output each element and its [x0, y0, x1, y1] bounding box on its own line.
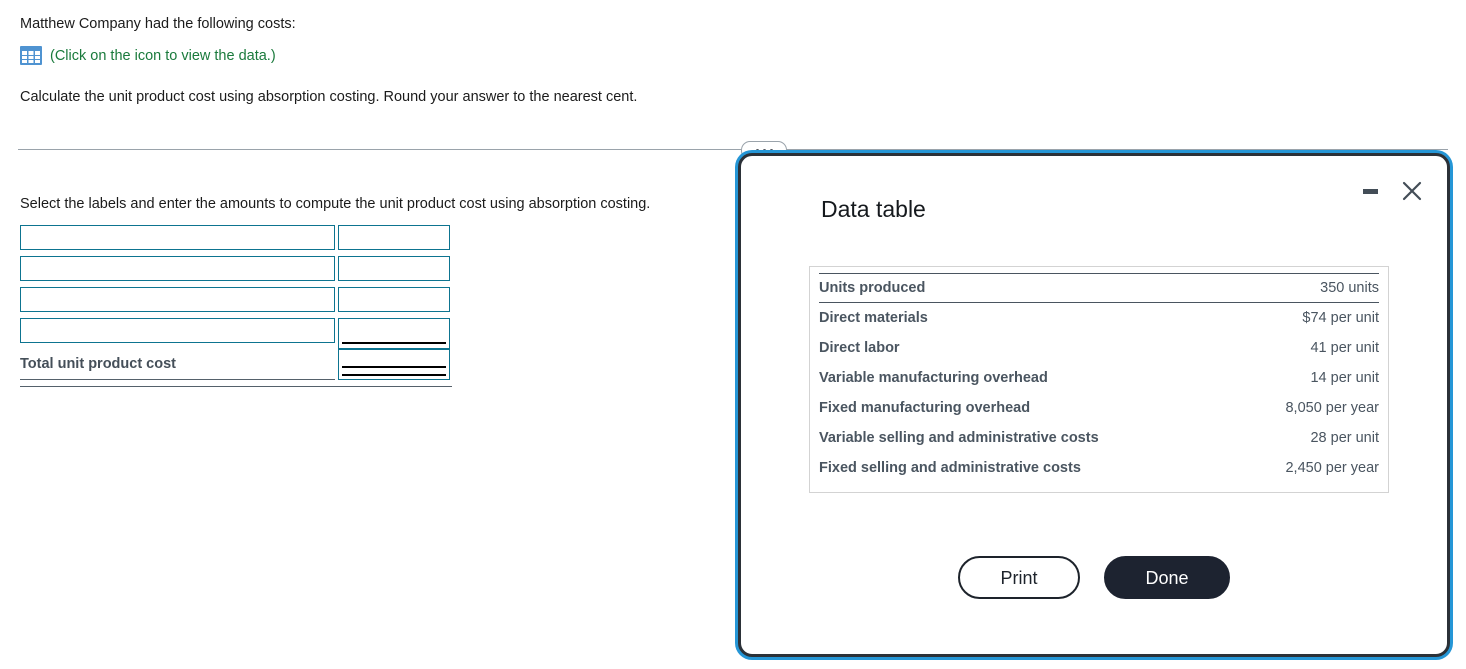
table-row: Variable manufacturing overhead 14 per u… — [819, 363, 1379, 393]
amount-input-2[interactable] — [338, 256, 450, 281]
row-value: 2,450 per year — [1285, 460, 1379, 476]
row-label: Direct materials — [819, 310, 928, 326]
label-input-3[interactable] — [20, 287, 335, 312]
print-button[interactable]: Print — [958, 556, 1080, 599]
total-row: Total unit product cost — [20, 349, 450, 382]
amount-input-4[interactable] — [338, 318, 450, 349]
row-label: Fixed selling and administrative costs — [819, 460, 1081, 476]
data-table: Units produced 350 units Direct material… — [819, 273, 1379, 483]
data-table-link-text[interactable]: (Click on the icon to view the data.) — [50, 48, 276, 64]
total-label: Total unit product cost — [20, 356, 176, 372]
row-label: Direct labor — [819, 340, 900, 356]
table-row: Fixed manufacturing overhead 8,050 per y… — [819, 393, 1379, 423]
dot — [769, 149, 773, 152]
row-value: 350 units — [1238, 273, 1379, 303]
amount-cell-total — [338, 349, 450, 380]
label-input-1[interactable] — [20, 225, 335, 250]
row-value: 28 per unit — [1310, 430, 1379, 446]
dot — [755, 149, 759, 152]
entry-row — [20, 318, 450, 349]
worksheet-instruction: Select the labels and enter the amounts … — [20, 196, 651, 212]
entry-row — [20, 287, 450, 318]
row-label: Variable manufacturing overhead — [819, 370, 1048, 386]
row-label: Variable selling and administrative cost… — [819, 430, 1099, 446]
amount-cell-1 — [338, 225, 450, 250]
entry-row — [20, 225, 450, 256]
minimize-icon[interactable] — [1362, 183, 1379, 200]
label-input-2[interactable] — [20, 256, 335, 281]
dialog-title: Data table — [821, 196, 926, 222]
row-value: 8,050 per year — [1285, 400, 1379, 416]
total-label-wrap: Total unit product cost — [20, 349, 335, 380]
row-value: 41 per unit — [1310, 340, 1379, 356]
done-button[interactable]: Done — [1104, 556, 1230, 599]
amount-input-3[interactable] — [338, 287, 450, 312]
entry-row — [20, 256, 450, 287]
close-icon[interactable] — [1401, 180, 1423, 202]
label-input-4[interactable] — [20, 318, 335, 343]
table-grid-icon[interactable] — [20, 46, 42, 65]
question-intro-text: Matthew Company had the following costs: — [20, 16, 296, 32]
row-value: $74 per unit — [1302, 310, 1379, 326]
dot — [762, 149, 766, 152]
row-label: Units produced — [819, 273, 1239, 303]
dialog-window-controls — [1362, 180, 1423, 202]
dialog-button-row: Print Done — [741, 556, 1447, 599]
data-table-dialog: Data table Units produced 350 units Dire… — [738, 153, 1450, 657]
table-row: Direct materials $74 per unit — [819, 303, 1379, 334]
divider-rule — [18, 149, 1448, 150]
table-row: Fixed selling and administrative costs 2… — [819, 453, 1379, 483]
minimize-bar — [1363, 188, 1378, 194]
question-instruction-text: Calculate the unit product cost using ab… — [20, 89, 638, 105]
table-row: Units produced 350 units — [819, 273, 1379, 303]
entry-grid: Total unit product cost — [20, 225, 450, 382]
row-label: Fixed manufacturing overhead — [819, 400, 1031, 416]
amount-cell-2 — [338, 256, 450, 281]
row-value: 14 per unit — [1310, 370, 1379, 386]
data-table-link-row[interactable]: (Click on the icon to view the data.) — [20, 46, 276, 65]
table-row: Variable selling and administrative cost… — [819, 423, 1379, 453]
dialog-titlebar: Data table — [741, 156, 1447, 240]
amount-cell-3 — [338, 287, 450, 312]
data-table-panel: Units produced 350 units Direct material… — [809, 266, 1389, 493]
amount-input-1[interactable] — [338, 225, 450, 250]
total-underline-extension — [20, 386, 452, 387]
subtotal-rule — [342, 342, 446, 344]
table-row: Direct labor 41 per unit — [819, 333, 1379, 363]
grand-total-rule — [342, 366, 446, 376]
amount-cell-4 — [338, 318, 450, 349]
